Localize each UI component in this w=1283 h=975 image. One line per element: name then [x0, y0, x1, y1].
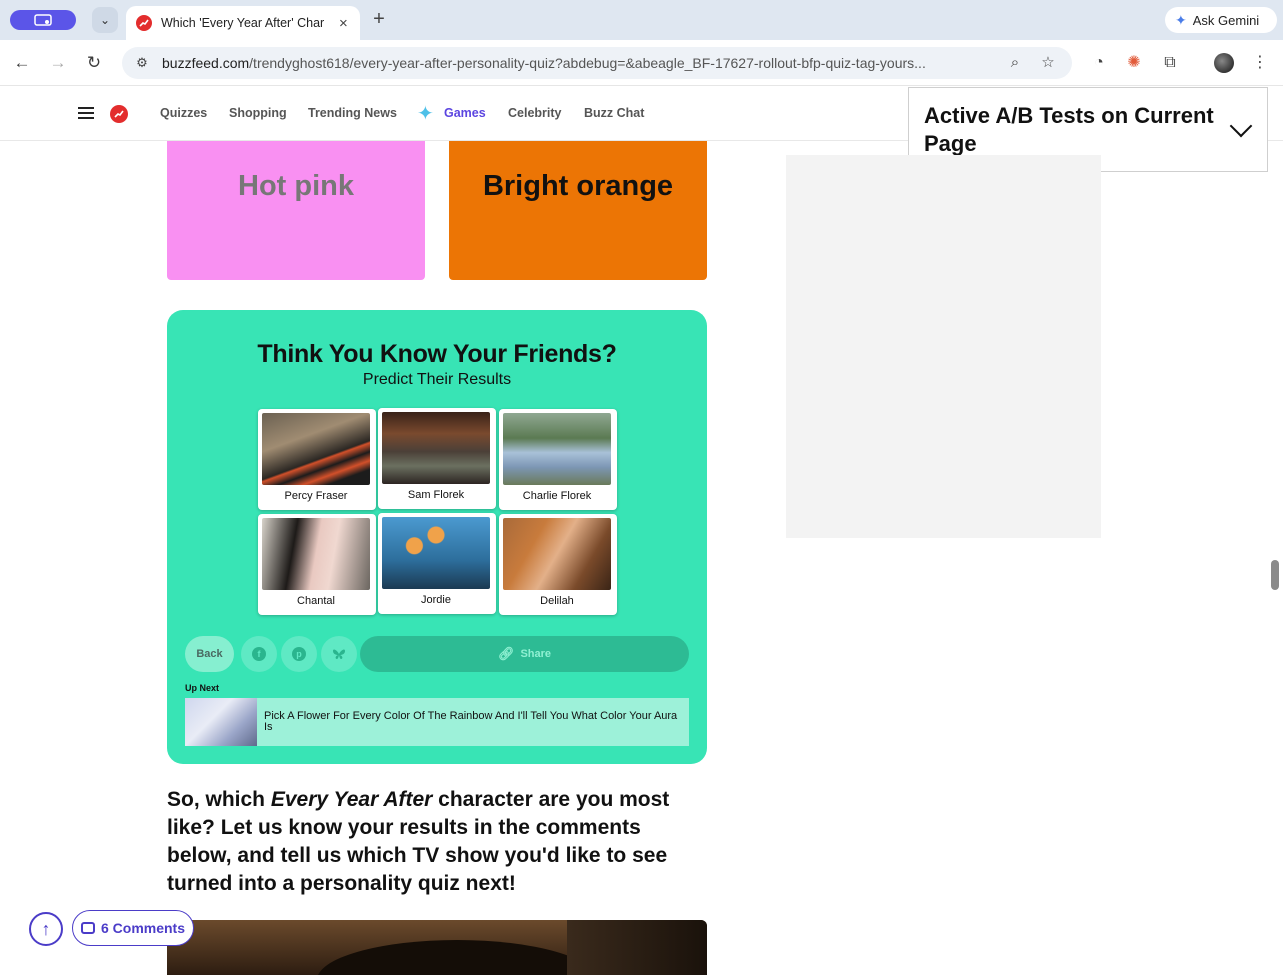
- comments-button[interactable]: 6 Comments: [72, 910, 194, 946]
- answer-option-bright-orange[interactable]: Bright orange: [449, 141, 707, 280]
- claude-extension-icon[interactable]: ✺: [1123, 52, 1145, 74]
- new-tab-button[interactable]: +: [368, 8, 390, 30]
- active-tab[interactable]: Which 'Every Year After' Char ×: [126, 6, 360, 40]
- up-next-link[interactable]: Pick A Flower For Every Color Of The Rai…: [185, 698, 689, 746]
- friend-name: Chantal: [297, 595, 335, 607]
- facebook-icon: f: [252, 647, 266, 661]
- friend-photo: [262, 518, 370, 590]
- page-scrollbar[interactable]: [1271, 560, 1279, 590]
- friend-photo: [262, 413, 370, 485]
- extensions-puzzle-icon[interactable]: ⧉: [1159, 52, 1181, 74]
- friend-photo: [503, 518, 611, 590]
- link-icon: 🔗︎: [497, 646, 515, 661]
- ask-gemini-label: Ask Gemini: [1192, 12, 1260, 28]
- friend-photo: [503, 413, 611, 485]
- answer-option-hot-pink[interactable]: Hot pink: [167, 141, 425, 280]
- friend-card[interactable]: Charlie Florek: [499, 409, 617, 510]
- scroll-to-top-button[interactable]: ↑: [29, 912, 63, 946]
- pinterest-share-button[interactable]: p: [281, 636, 317, 672]
- buzzfeed-favicon-icon: [136, 15, 152, 31]
- nav-trending-news[interactable]: Trending News: [308, 106, 397, 120]
- friend-name: Sam Florek: [407, 489, 465, 501]
- up-next-title: Pick A Flower For Every Color Of The Rai…: [264, 710, 678, 733]
- nav-celebrity[interactable]: Celebrity: [508, 106, 562, 120]
- article-closing-paragraph: So, which Every Year After character are…: [167, 786, 707, 898]
- ask-gemini-button[interactable]: ✦ Ask Gemini: [1165, 7, 1277, 33]
- profile-window-icon: [34, 14, 52, 26]
- hamburger-menu-icon[interactable]: [78, 107, 94, 119]
- friend-photo: [382, 412, 490, 484]
- up-next-label: Up Next: [185, 683, 220, 693]
- back-button[interactable]: Back: [185, 636, 234, 672]
- nav-games[interactable]: Games: [444, 106, 486, 120]
- share-button[interactable]: 🔗︎ Share: [360, 636, 689, 672]
- pinterest-icon: p: [292, 647, 306, 661]
- ad-placeholder: [786, 155, 1101, 538]
- bookmark-star-icon[interactable]: ☆: [1039, 54, 1057, 72]
- friend-name: Charlie Florek: [522, 490, 592, 502]
- sparkle-icon: ✦: [417, 103, 434, 125]
- think-you-know-friends-card: Think You Know Your Friends? Predict The…: [167, 310, 707, 764]
- closing-prefix: So, which: [167, 788, 271, 811]
- more-menu-icon[interactable]: ⋮: [1249, 52, 1271, 74]
- tab-search-button[interactable]: ⌄: [92, 7, 118, 33]
- facebook-share-button[interactable]: f: [241, 636, 277, 672]
- browser-tab-strip: ⌄ Which 'Every Year After' Char × + ✦ As…: [0, 0, 1283, 40]
- forward-icon[interactable]: →: [46, 51, 70, 75]
- site-settings-icon[interactable]: ⚙: [134, 55, 150, 71]
- friend-name: Jordie: [421, 594, 451, 606]
- up-next-thumbnail: [185, 698, 257, 746]
- friend-card[interactable]: Percy Fraser: [258, 409, 376, 510]
- share-label: Share: [520, 648, 552, 660]
- friend-card[interactable]: Chantal: [258, 514, 376, 615]
- friend-name: Delilah: [540, 595, 574, 607]
- close-tab-icon[interactable]: ×: [339, 15, 348, 32]
- buzzfeed-logo[interactable]: [110, 105, 128, 123]
- gemini-icon: ✦: [1175, 11, 1187, 28]
- url-text[interactable]: buzzfeed.com/trendyghost618/every-year-a…: [162, 55, 994, 71]
- card-title: Think You Know Your Friends?: [257, 340, 617, 368]
- nav-buzz-chat[interactable]: Buzz Chat: [584, 106, 644, 120]
- zoom-icon[interactable]: ⌕: [1006, 54, 1024, 72]
- comment-bubble-icon: [80, 922, 95, 934]
- bluesky-icon: [333, 649, 345, 659]
- arrow-up-icon: ↑: [41, 918, 51, 939]
- profile-avatar[interactable]: [1214, 53, 1234, 73]
- browser-toolbar: ← → ↻ ⚙ buzzfeed.com/trendyghost618/ever…: [0, 40, 1283, 86]
- card-subtitle: Predict Their Results: [362, 371, 512, 388]
- password-manager-extension-icon[interactable]: ◔: [1088, 52, 1110, 74]
- article-image: [167, 920, 707, 975]
- bluesky-share-button[interactable]: [321, 636, 357, 672]
- friend-card[interactable]: Sam Florek: [378, 408, 496, 509]
- back-icon[interactable]: ←: [10, 51, 34, 75]
- nav-quizzes[interactable]: Quizzes: [160, 106, 207, 120]
- friend-photo: [382, 517, 490, 589]
- tab-title: Which 'Every Year After' Char: [161, 16, 325, 30]
- url-path: /trendyghost618/every-year-after-persona…: [249, 55, 926, 71]
- profile-switcher-button[interactable]: [10, 10, 76, 30]
- ab-tests-title: Active A/B Tests on Current Page: [924, 103, 1214, 156]
- show-title: Every Year After: [270, 788, 433, 811]
- url-host: buzzfeed.com: [162, 55, 250, 71]
- chevron-down-icon[interactable]: [1229, 114, 1253, 138]
- friend-name: Percy Fraser: [284, 490, 348, 502]
- friend-card[interactable]: Jordie: [378, 513, 496, 614]
- address-bar[interactable]: ⚙ buzzfeed.com/trendyghost618/every-year…: [122, 47, 1072, 79]
- nav-shopping[interactable]: Shopping: [229, 106, 287, 120]
- chevron-down-icon: ⌄: [99, 13, 111, 27]
- comments-label: 6 Comments: [100, 920, 186, 936]
- friend-card[interactable]: Delilah: [499, 514, 617, 615]
- reload-icon[interactable]: ↻: [82, 51, 106, 75]
